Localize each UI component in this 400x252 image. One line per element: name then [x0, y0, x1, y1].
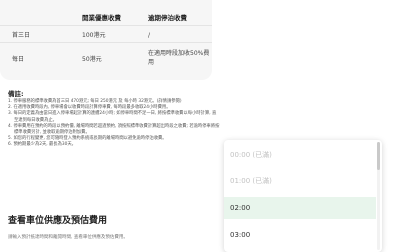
- time-option-0100: 01:00 (已滿): [230, 177, 272, 185]
- notes-title: 備註:: [8, 90, 24, 98]
- row-overdue: /: [148, 32, 151, 39]
- header-promo: 開業優惠收費: [82, 14, 121, 22]
- row-promo: 100港元: [82, 32, 106, 39]
- row-overdue: 在適用時段加收50%費用: [148, 50, 210, 66]
- scrollbar-thumb[interactable]: [377, 142, 380, 170]
- section-title: 查看車位供應及預估費用: [8, 216, 108, 226]
- notes-list: 1. 停車服務的標準收費為首三日 470港元; 每日 250港元 及 每小時 3…: [8, 99, 220, 149]
- row-divider: [0, 42, 212, 43]
- time-dropdown[interactable]: 00:00 (已滿) 01:00 (已滿) 02:00 03:00: [224, 140, 382, 252]
- row-promo: 50港元: [82, 56, 102, 63]
- note-item: 4. 停車費用在預約的時段以預約價, 離場時間若超過預約, 須按照標準收費計算超…: [8, 123, 220, 136]
- section-subtitle: 請輸入預計抵達時間和離開時間, 查看車位供應及預估費用。: [8, 235, 128, 240]
- note-item: 6. 預約期最少為2天, 最長為30天。: [8, 142, 76, 148]
- row-divider: [0, 25, 212, 26]
- row-label: 首三日: [12, 32, 31, 39]
- time-option-0200[interactable]: 02:00: [224, 197, 376, 219]
- note-item: 3. 每日的定義為由當日進入停車場起計算的連續24小時; 如停車時間不足一日, …: [8, 111, 217, 123]
- row-label: 每日: [12, 56, 25, 63]
- time-option-0300[interactable]: 03:00: [224, 224, 376, 246]
- dropdown-scrollbar[interactable]: [377, 142, 380, 250]
- header-overdue: 逾期停泊收費: [148, 14, 187, 22]
- time-option-0000: 00:00 (已滿): [230, 151, 272, 159]
- fee-table-card: 開業優惠收費 逾期停泊收費 首三日 100港元 / 每日 50港元 在適用時段加…: [0, 0, 212, 80]
